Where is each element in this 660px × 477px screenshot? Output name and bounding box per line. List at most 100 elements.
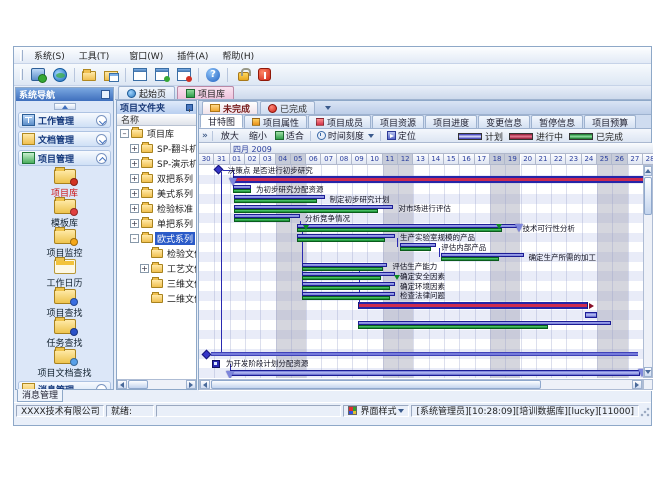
gantt-bar[interactable] bbox=[234, 205, 393, 213]
window-new-button[interactable] bbox=[152, 65, 172, 84]
expand-icon[interactable]: + bbox=[130, 219, 139, 228]
expand-icon[interactable]: + bbox=[130, 189, 139, 198]
gantt-bar[interactable] bbox=[302, 282, 395, 290]
folder-button[interactable] bbox=[79, 65, 99, 84]
gantt-hscrollbar[interactable] bbox=[199, 379, 643, 390]
menu-grip[interactable] bbox=[20, 50, 23, 61]
sidebar-scroll-up-button[interactable] bbox=[54, 103, 76, 110]
tree-item[interactable]: 三维文件 bbox=[117, 276, 196, 291]
tree-item[interactable]: –欧式系列 bbox=[117, 231, 196, 246]
gantt-button-0[interactable]: 放大 bbox=[215, 130, 243, 142]
gantt-bar[interactable] bbox=[302, 263, 388, 271]
gantt-hscroll-thumb[interactable] bbox=[211, 380, 541, 389]
window-close-button[interactable] bbox=[174, 65, 194, 84]
gantt-button-1[interactable]: 缩小 bbox=[243, 130, 271, 142]
filter-more-button[interactable] bbox=[321, 102, 333, 114]
tree-item[interactable]: +工艺文件 bbox=[117, 261, 196, 276]
menu-item[interactable]: 窗口(W) bbox=[122, 51, 170, 63]
gantt-bar[interactable] bbox=[233, 176, 643, 183]
sidebar-item[interactable]: 项目查找 bbox=[16, 289, 113, 319]
workspace-button[interactable] bbox=[28, 65, 48, 84]
tree-item[interactable]: 二维文件 bbox=[117, 291, 196, 306]
ui-style-button[interactable]: 界面样式 bbox=[343, 405, 409, 417]
tree-item[interactable]: +SP-翻斗机系 bbox=[117, 141, 196, 156]
gantt-button-3[interactable]: 时间刻度 bbox=[313, 130, 378, 142]
sidebar-item[interactable]: 模板库 bbox=[16, 199, 113, 229]
sidebar-group-collapsed[interactable]: 文档管理 bbox=[18, 131, 111, 147]
gantt-bar[interactable] bbox=[358, 302, 588, 309]
view-tab[interactable]: 项目成员 bbox=[308, 115, 371, 128]
filter-tab-unfinished[interactable]: 未完成 bbox=[202, 101, 258, 114]
sidebar-item[interactable]: 项目文档查找 bbox=[16, 349, 113, 379]
sidebar-item[interactable]: 项目监控 bbox=[16, 229, 113, 259]
tree-hscroll-thumb[interactable] bbox=[128, 380, 148, 389]
expand-icon[interactable]: + bbox=[130, 174, 139, 183]
menu-item[interactable]: 插件(A) bbox=[170, 51, 215, 63]
exit-button[interactable] bbox=[254, 65, 274, 84]
tree-scroll-right-button[interactable] bbox=[186, 380, 196, 389]
gantt-scroll-up-button[interactable] bbox=[644, 166, 652, 176]
view-tab[interactable]: 项目属性 bbox=[244, 115, 307, 128]
lock-button[interactable] bbox=[232, 65, 252, 84]
expand-icon[interactable]: + bbox=[130, 204, 139, 213]
globe-button[interactable] bbox=[50, 65, 70, 84]
tree-hscrollbar[interactable] bbox=[116, 379, 197, 390]
gantt-button-2[interactable]: 适合 bbox=[271, 130, 308, 142]
gantt-bar[interactable] bbox=[585, 312, 597, 318]
expand-icon[interactable]: + bbox=[130, 159, 139, 168]
help-button[interactable] bbox=[203, 65, 223, 84]
chevron-down-icon[interactable] bbox=[96, 384, 107, 391]
tree-column-header[interactable]: 名称 bbox=[117, 114, 196, 126]
sidebar-collapse-icon[interactable] bbox=[101, 90, 110, 99]
view-tab[interactable]: 项目进度 bbox=[425, 115, 477, 128]
gantt-bar[interactable] bbox=[230, 370, 640, 376]
resize-grip-icon[interactable] bbox=[640, 407, 650, 417]
tree-item[interactable]: +单把系列 bbox=[117, 216, 196, 231]
gantt-button-4[interactable]: 定位 bbox=[383, 130, 420, 142]
menu-item[interactable]: 工具(T) bbox=[72, 51, 117, 63]
tree-item[interactable]: +双把系列 bbox=[117, 171, 196, 186]
folder-window-button[interactable] bbox=[101, 65, 121, 84]
view-tab[interactable]: 项目预算 bbox=[584, 115, 636, 128]
gantt-bar[interactable] bbox=[297, 224, 517, 232]
milestone-square[interactable] bbox=[212, 360, 220, 368]
gantt-scroll-left-button[interactable] bbox=[200, 380, 210, 389]
gantt-bar[interactable] bbox=[233, 185, 251, 193]
gantt-bar[interactable] bbox=[234, 214, 300, 222]
sidebar-group-expanded[interactable]: 项目管理 bbox=[18, 150, 111, 166]
tree-item[interactable]: –项目库 bbox=[117, 126, 196, 141]
collapse-icon[interactable]: – bbox=[130, 234, 139, 243]
chevron-down-icon[interactable] bbox=[96, 134, 107, 145]
gantt-scroll-down-button[interactable] bbox=[644, 367, 652, 377]
filter-tab-finished[interactable]: 已完成 bbox=[260, 101, 315, 114]
gantt-scroll-right-button[interactable] bbox=[632, 380, 642, 389]
menu-item[interactable]: 系统(S) bbox=[27, 51, 72, 63]
view-tab[interactable]: 变更信息 bbox=[478, 115, 530, 128]
window-button[interactable] bbox=[130, 65, 150, 84]
toolbar-grip[interactable] bbox=[20, 69, 23, 80]
doc-tab-start-page[interactable]: 起始页 bbox=[118, 86, 175, 99]
gantt-vscroll-thumb[interactable] bbox=[644, 177, 652, 215]
toolbar-overflow-chevron[interactable]: » bbox=[202, 131, 208, 141]
tree-item[interactable]: +SP-演示机系 bbox=[117, 156, 196, 171]
gantt-bar[interactable] bbox=[297, 234, 395, 242]
collapse-icon[interactable]: – bbox=[120, 129, 129, 138]
gantt-bar[interactable] bbox=[400, 243, 437, 251]
tree-item[interactable]: +美式系列 bbox=[117, 186, 196, 201]
sidebar-item[interactable]: 项目库 bbox=[16, 169, 113, 199]
gantt-bar[interactable] bbox=[441, 253, 524, 261]
chevron-down-icon[interactable] bbox=[96, 115, 107, 126]
message-panel-tab[interactable]: 消息管理 bbox=[17, 389, 63, 402]
expand-icon[interactable]: + bbox=[130, 144, 139, 153]
gantt-bar[interactable] bbox=[211, 352, 638, 356]
view-tab[interactable]: 甘特图 bbox=[200, 114, 243, 128]
view-tab[interactable]: 暂停信息 bbox=[531, 115, 583, 128]
sidebar-item[interactable]: 工作日历 bbox=[16, 259, 113, 289]
doc-tab-project-library[interactable]: 项目库 bbox=[177, 86, 234, 99]
tree-item[interactable]: 检验文件 bbox=[117, 246, 196, 261]
gantt-vscrollbar[interactable] bbox=[643, 165, 653, 378]
sidebar-item[interactable]: 任务查找 bbox=[16, 319, 113, 349]
gantt-bar[interactable] bbox=[302, 272, 395, 280]
view-tab[interactable]: 项目资源 bbox=[372, 115, 424, 128]
chevron-up-icon[interactable] bbox=[96, 153, 107, 164]
